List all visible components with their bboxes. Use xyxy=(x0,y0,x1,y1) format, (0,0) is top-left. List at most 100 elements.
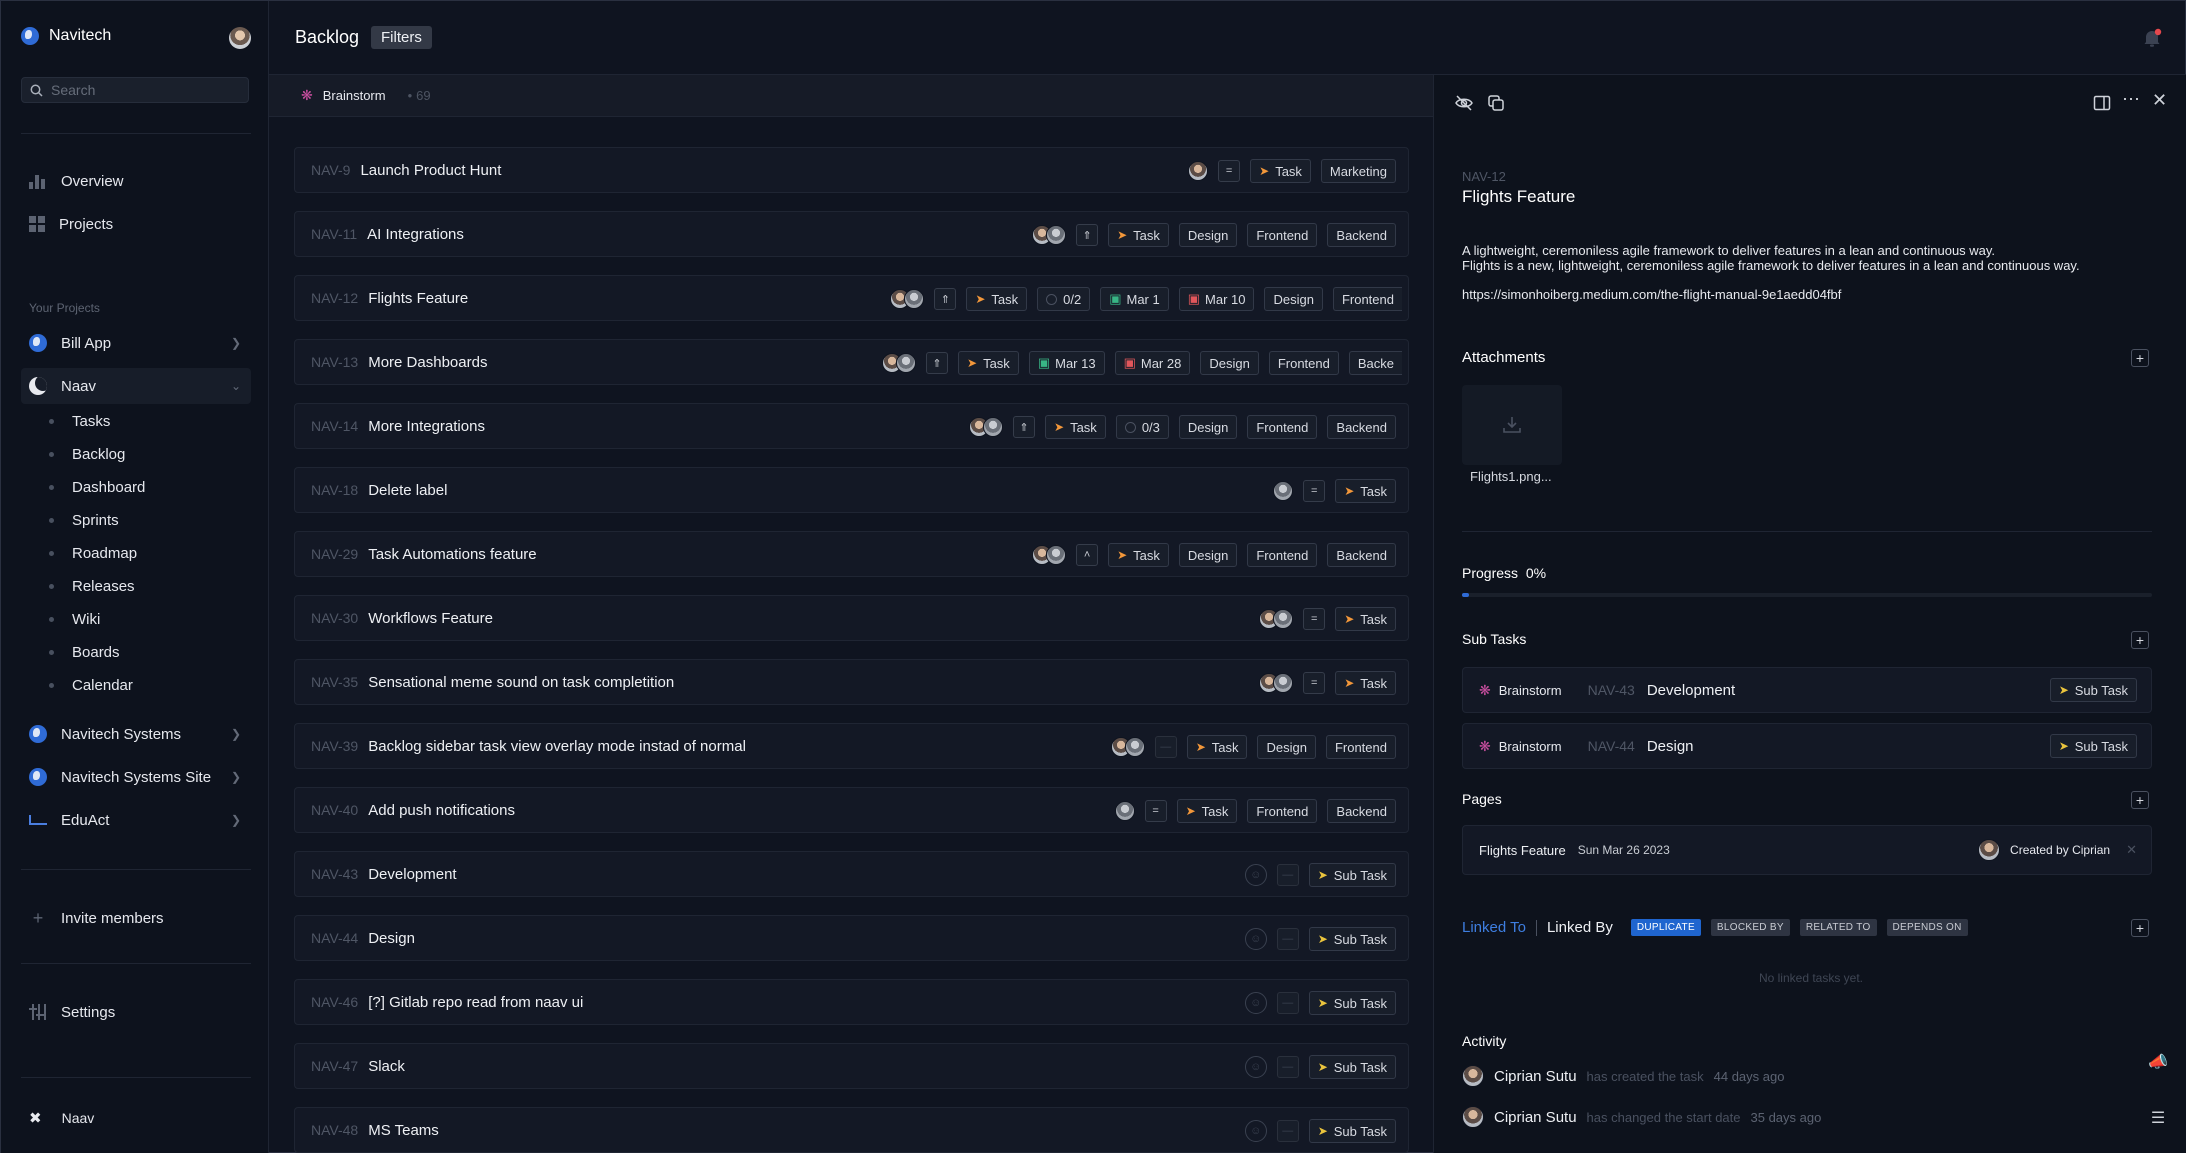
assignees[interactable] xyxy=(1110,737,1145,757)
search-input[interactable] xyxy=(51,82,231,98)
project-bill-app[interactable]: Bill App ❯ xyxy=(21,325,251,361)
attachment-thumbnail[interactable] xyxy=(1462,385,1562,465)
type-tag[interactable]: ➤ Sub Task xyxy=(1308,1055,1396,1079)
split-view-icon[interactable] xyxy=(2092,93,2112,113)
eye-off-icon[interactable] xyxy=(1454,93,1474,113)
nav-projects[interactable]: Projects xyxy=(21,206,251,242)
type-tag[interactable]: ➤ Sub Task xyxy=(2049,734,2137,758)
table-row[interactable]: NAV-40 Add push notifications = ➤ Task Fr… xyxy=(294,787,1409,833)
activity-user[interactable]: Ciprian Sutu xyxy=(1494,1109,1577,1126)
type-tag[interactable]: ➤ Task xyxy=(1186,735,1248,759)
priority-medium-icon[interactable]: = xyxy=(1303,608,1326,630)
settings-button[interactable]: Settings xyxy=(21,994,251,1030)
type-tag[interactable]: ➤ Sub Task xyxy=(1308,1119,1396,1143)
assignees[interactable] xyxy=(1259,609,1294,629)
priority-none-icon[interactable]: — xyxy=(1276,1120,1299,1142)
megaphone-icon[interactable]: 📣 xyxy=(2143,1047,2173,1077)
priority-none-icon[interactable]: — xyxy=(1276,992,1299,1014)
link-type-depends-on[interactable]: DEPENDS ON xyxy=(1886,919,1968,936)
label-tag[interactable]: Backend xyxy=(1327,223,1396,247)
table-row[interactable]: NAV-30 Workflows Feature = ➤ Task xyxy=(294,595,1409,641)
project-eduact[interactable]: EduAct ❯ xyxy=(21,802,251,838)
naav-menu-boards[interactable]: Boards xyxy=(49,644,120,661)
priority-urgent-icon[interactable]: ⇑ xyxy=(934,288,957,310)
type-tag[interactable]: ➤ Task xyxy=(1108,223,1169,247)
linked-to-tab[interactable]: Linked To xyxy=(1462,919,1526,936)
close-icon[interactable]: ✕ xyxy=(2152,90,2167,111)
label-tag[interactable]: Frontend xyxy=(1325,735,1396,759)
type-tag[interactable]: ➤ Task xyxy=(1335,671,1396,695)
naav-menu-backlog[interactable]: Backlog xyxy=(49,446,125,463)
assignees[interactable] xyxy=(890,289,925,309)
table-row[interactable]: NAV-18 Delete label = ➤ Task xyxy=(294,467,1409,513)
naav-menu-roadmap[interactable]: Roadmap xyxy=(49,545,137,562)
nav-overview[interactable]: Overview xyxy=(21,163,251,199)
type-tag[interactable]: ➤ Sub Task xyxy=(1308,991,1396,1015)
page-row[interactable]: Flights Feature Sun Mar 26 2023 Created … xyxy=(1462,825,2152,875)
table-row[interactable]: NAV-14 More Integrations ⇑ ➤ Task 0/3 Des… xyxy=(294,403,1409,449)
unassigned-avatar-icon[interactable]: ☺ xyxy=(1244,992,1267,1014)
subtask-row[interactable]: ❋ Brainstorm NAV-43 Development ➤ Sub Tas… xyxy=(1462,667,2152,713)
table-row[interactable]: NAV-9 Launch Product Hunt = ➤ Task Market… xyxy=(294,147,1409,193)
add-page-button[interactable]: + xyxy=(2131,791,2149,809)
assignee-avatar[interactable] xyxy=(1188,161,1209,181)
subtask-row[interactable]: ❋ Brainstorm NAV-44 Design ➤ Sub Task xyxy=(1462,723,2152,769)
type-tag[interactable]: ➤ Sub Task xyxy=(1308,863,1396,887)
assignee-avatar[interactable] xyxy=(1114,801,1135,821)
table-row[interactable]: NAV-12 Flights Feature ⇑ ➤ Task 0/2 ▣ Mar … xyxy=(294,275,1409,321)
label-tag[interactable]: Design xyxy=(1178,415,1238,439)
label-tag[interactable]: Backend xyxy=(1327,415,1396,439)
type-tag[interactable]: ➤ Task xyxy=(1335,479,1396,503)
priority-urgent-icon[interactable]: ⇑ xyxy=(1076,224,1099,246)
label-tag[interactable]: Design xyxy=(1178,223,1238,247)
label-tag[interactable]: Frontend xyxy=(1247,223,1318,247)
type-tag[interactable]: ➤ Task xyxy=(1176,799,1238,823)
remove-page-icon[interactable]: ✕ xyxy=(2126,842,2137,858)
priority-none-icon[interactable]: — xyxy=(1276,1056,1299,1078)
linked-by-tab[interactable]: Linked By xyxy=(1547,919,1613,936)
table-row[interactable]: NAV-44 Design ☺ — ➤ Sub Task xyxy=(294,915,1409,961)
project-naav[interactable]: Naav ⌄ xyxy=(21,368,251,404)
label-tag[interactable]: Design xyxy=(1178,543,1238,567)
priority-urgent-icon[interactable]: ⇑ xyxy=(1013,416,1036,438)
priority-none-icon[interactable]: — xyxy=(1276,864,1299,886)
table-row[interactable]: NAV-48 MS Teams ☺ — ➤ Sub Task xyxy=(294,1107,1409,1153)
search-box[interactable] xyxy=(21,77,249,103)
table-row[interactable]: NAV-29 Task Automations feature ˄ ➤ Task … xyxy=(294,531,1409,577)
priority-high-icon[interactable]: ˄ xyxy=(1076,544,1099,566)
description-link[interactable]: https://simonhoiberg.medium.com/the-flig… xyxy=(1462,287,1841,302)
priority-none-icon[interactable]: — xyxy=(1154,736,1177,758)
footer-project[interactable]: ✖ Naav xyxy=(21,1100,251,1136)
type-tag[interactable]: ➤ Task xyxy=(966,287,1028,311)
link-type-blocked-by[interactable]: BLOCKED BY xyxy=(1710,919,1790,936)
subtask-progress[interactable]: 0/2 xyxy=(1037,287,1091,311)
type-tag[interactable]: ➤ Task xyxy=(1335,607,1396,631)
priority-urgent-icon[interactable]: ⇑ xyxy=(926,352,949,374)
type-tag[interactable]: ➤ Sub Task xyxy=(2049,678,2137,702)
table-row[interactable]: NAV-46 [?] Gitlab repo read from naav ui… xyxy=(294,979,1409,1025)
add-link-button[interactable]: + xyxy=(2131,919,2149,937)
unassigned-avatar-icon[interactable]: ☺ xyxy=(1244,928,1267,950)
priority-medium-icon[interactable]: = xyxy=(1303,672,1326,694)
activity-user[interactable]: Ciprian Sutu xyxy=(1494,1068,1577,1085)
label-tag[interactable]: Frontend xyxy=(1268,351,1339,375)
assignee-avatar[interactable] xyxy=(1273,481,1294,501)
assignees[interactable] xyxy=(882,353,917,373)
assignees[interactable] xyxy=(969,417,1004,437)
table-row[interactable]: NAV-13 More Dashboards ⇑ ➤ Task ▣ Mar 13 ▣… xyxy=(294,339,1409,385)
detail-task-title[interactable]: Flights Feature xyxy=(1462,187,1575,207)
type-tag[interactable]: ➤ Task xyxy=(958,351,1019,375)
workspace-switcher[interactable]: Navitech xyxy=(21,27,111,45)
unassigned-avatar-icon[interactable]: ☺ xyxy=(1244,1056,1267,1078)
type-tag[interactable]: ➤ Task xyxy=(1045,415,1106,439)
assignees[interactable] xyxy=(1032,225,1067,245)
type-tag[interactable]: ➤ Sub Task xyxy=(1308,927,1396,951)
more-options-icon[interactable]: ⋯ xyxy=(2122,89,2140,110)
label-tag[interactable]: Backe xyxy=(1348,351,1402,375)
label-tag[interactable]: Backend xyxy=(1327,799,1396,823)
unassigned-avatar-icon[interactable]: ☺ xyxy=(1244,1120,1267,1142)
naav-menu-dashboard[interactable]: Dashboard xyxy=(49,479,145,496)
detail-description[interactable]: A lightweight, ceremoniless agile framew… xyxy=(1462,243,2080,273)
naav-menu-wiki[interactable]: Wiki xyxy=(49,611,100,628)
table-row[interactable]: NAV-39 Backlog sidebar task view overlay… xyxy=(294,723,1409,769)
